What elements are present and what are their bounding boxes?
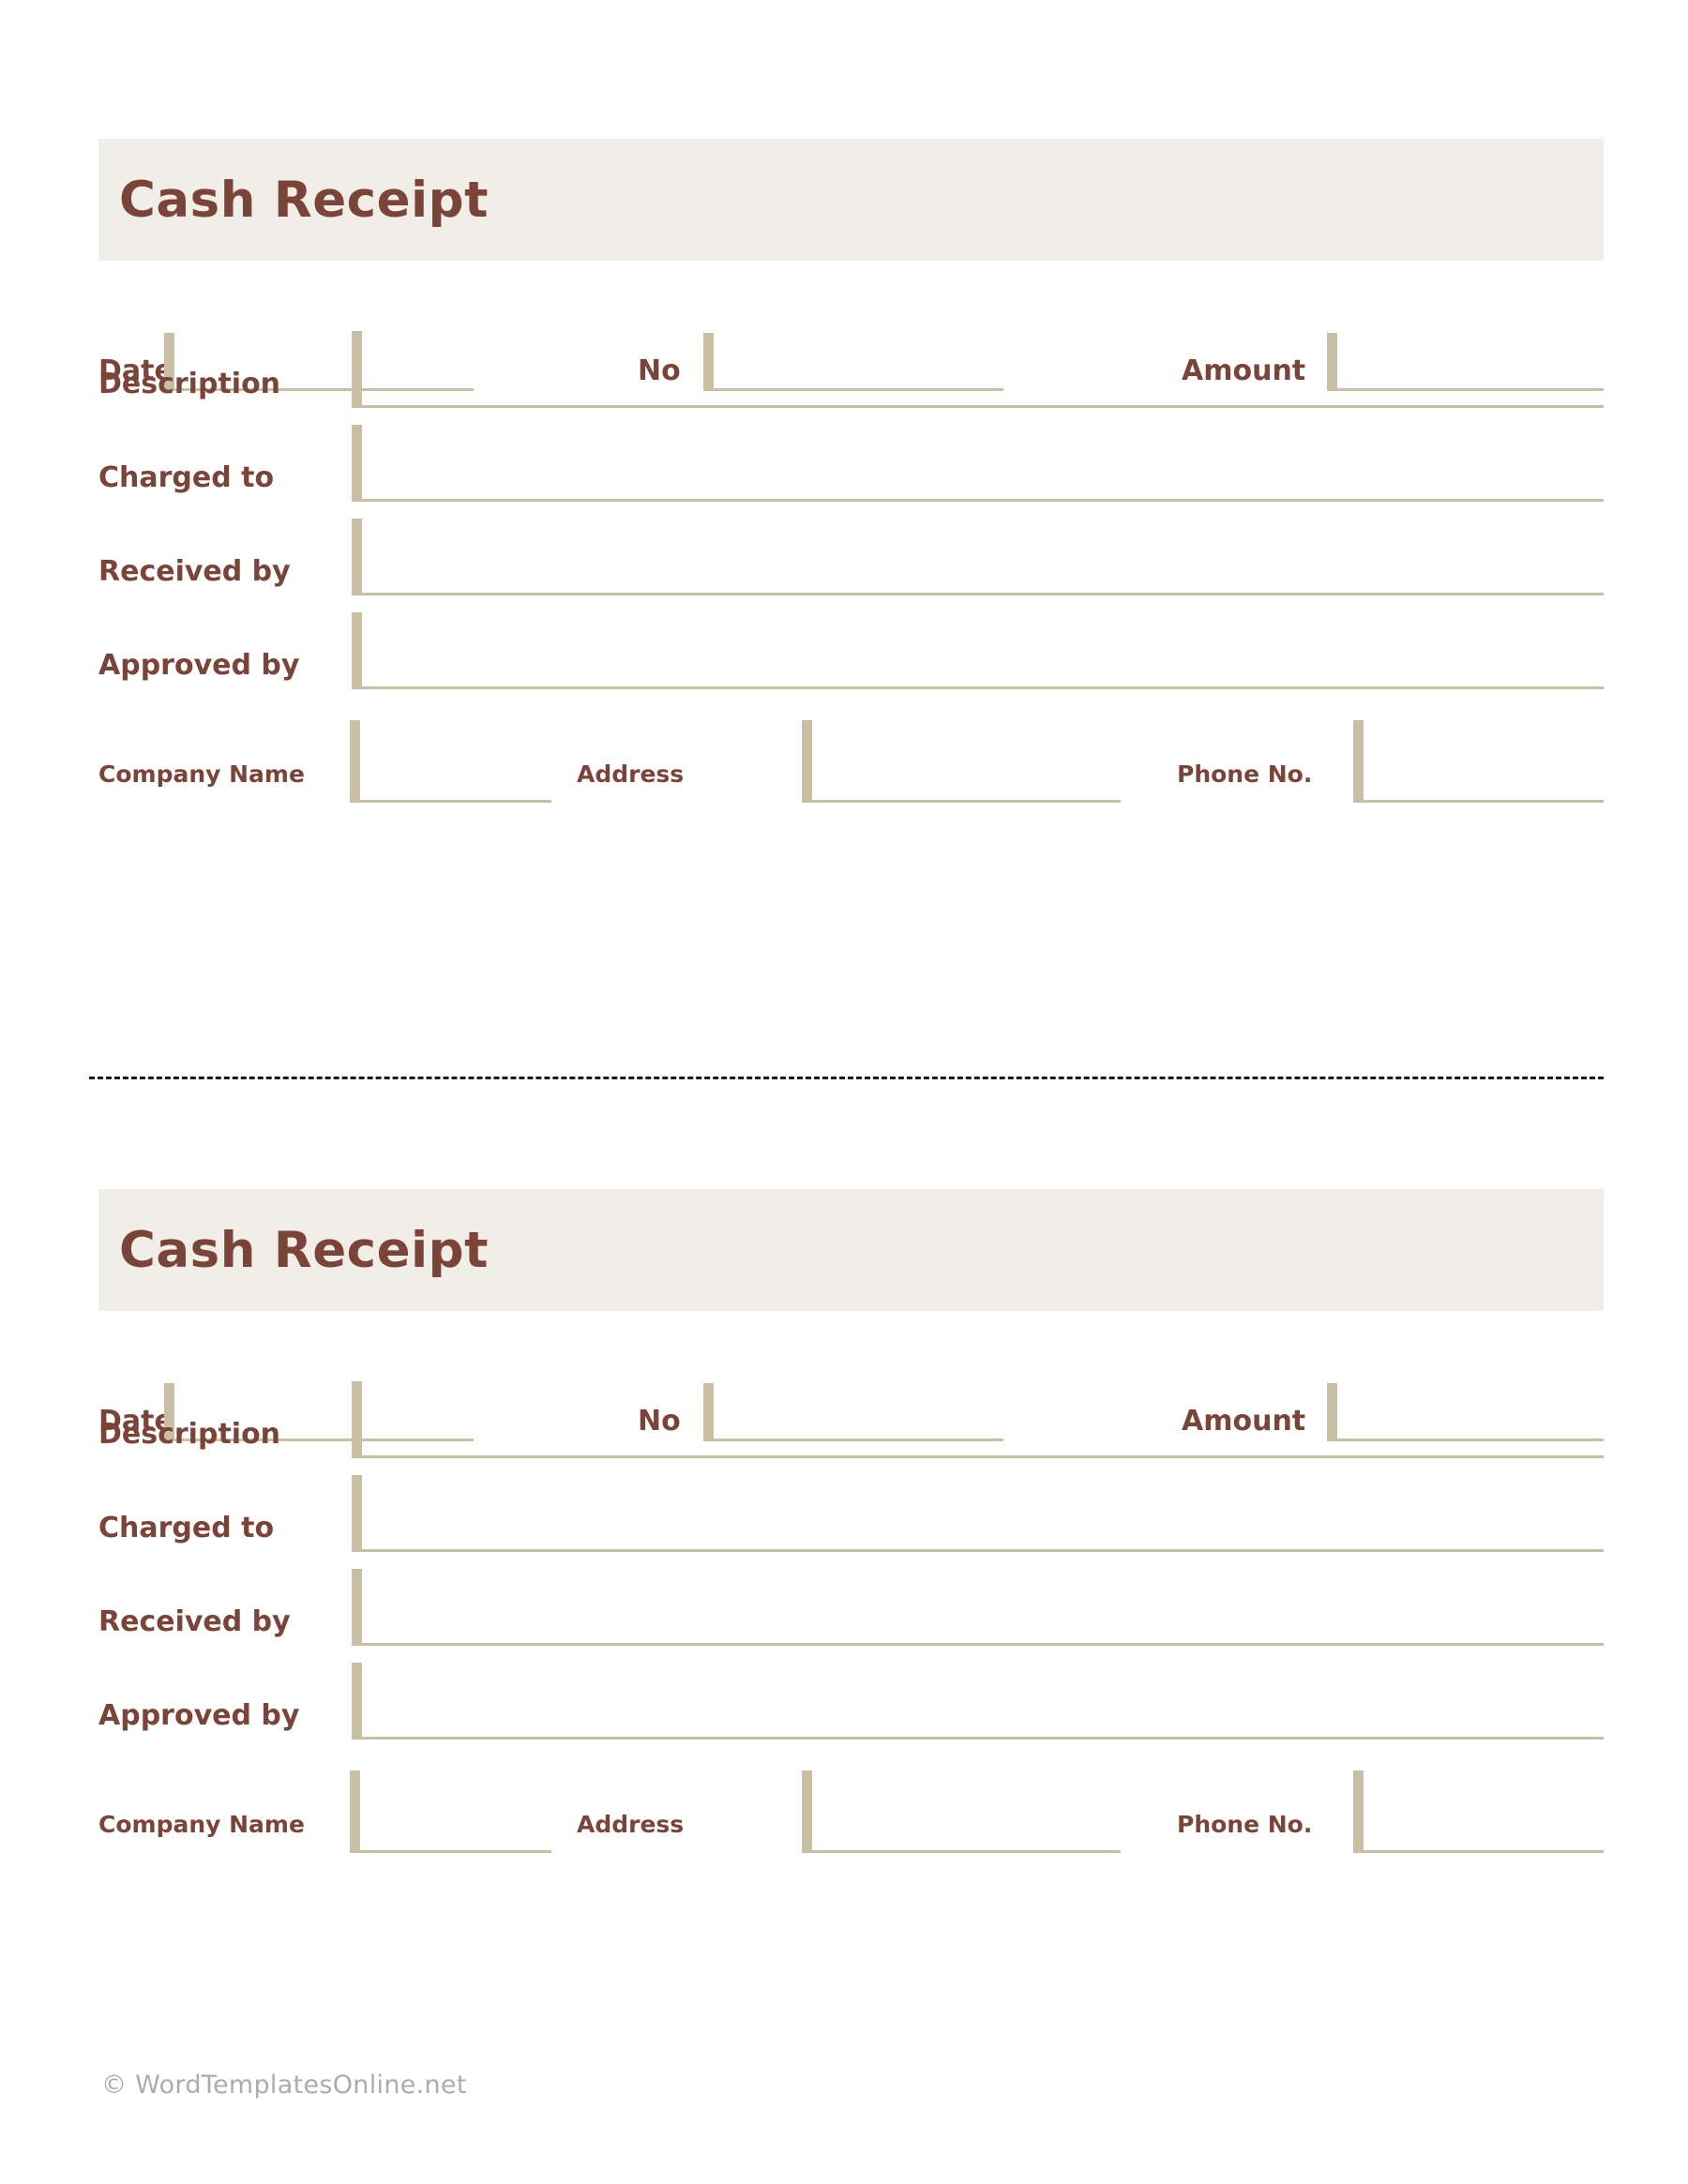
received-by-input[interactable] (352, 519, 1604, 595)
approved-by-label-2: Approved by (98, 1699, 300, 1732)
charged-to-input[interactable] (352, 425, 1604, 502)
page-title: Cash Receipt (119, 171, 489, 229)
charged-to-label: Charged to (98, 461, 275, 494)
received-by-input-2[interactable] (352, 1569, 1604, 1646)
cash-receipt-block-2: Cash Receipt Date No Amount Description (98, 1189, 1604, 1853)
phone-no-label: Phone No. (1177, 761, 1313, 788)
cut-here-divider (89, 1077, 1604, 1079)
approved-by-input-2[interactable] (352, 1663, 1604, 1740)
description-label: Description (98, 368, 281, 400)
approved-by-label: Approved by (98, 649, 300, 682)
company-name-label-2: Company Name (98, 1811, 305, 1838)
page-title-2: Cash Receipt (119, 1221, 489, 1279)
address-input[interactable] (802, 720, 1121, 803)
description-input[interactable] (352, 331, 1604, 408)
phone-no-input-2[interactable] (1353, 1770, 1604, 1853)
address-label: Address (577, 761, 685, 788)
phone-no-input[interactable] (1353, 720, 1604, 803)
description-label-2: Description (98, 1418, 281, 1451)
receipt-title-band-2: Cash Receipt (98, 1189, 1604, 1311)
approved-by-input[interactable] (352, 612, 1604, 689)
charged-to-label-2: Charged to (98, 1512, 275, 1544)
charged-to-input-2[interactable] (352, 1475, 1604, 1552)
address-label-2: Address (577, 1811, 685, 1838)
received-by-label-2: Received by (98, 1605, 291, 1638)
receipt-title-band: Cash Receipt (98, 139, 1604, 261)
received-by-label: Received by (98, 555, 291, 588)
cash-receipt-block-1: Cash Receipt Date No Amount Description (98, 139, 1604, 803)
footer-credit: © WordTemplatesOnline.net (101, 2071, 467, 2100)
description-input-2[interactable] (352, 1381, 1604, 1458)
phone-no-label-2: Phone No. (1177, 1811, 1313, 1838)
company-name-input-2[interactable] (350, 1770, 551, 1853)
address-input-2[interactable] (802, 1770, 1121, 1853)
company-name-label: Company Name (98, 761, 305, 788)
receipt-page: Cash Receipt Date No Amount Description (0, 0, 1688, 2184)
company-name-input[interactable] (350, 720, 551, 803)
